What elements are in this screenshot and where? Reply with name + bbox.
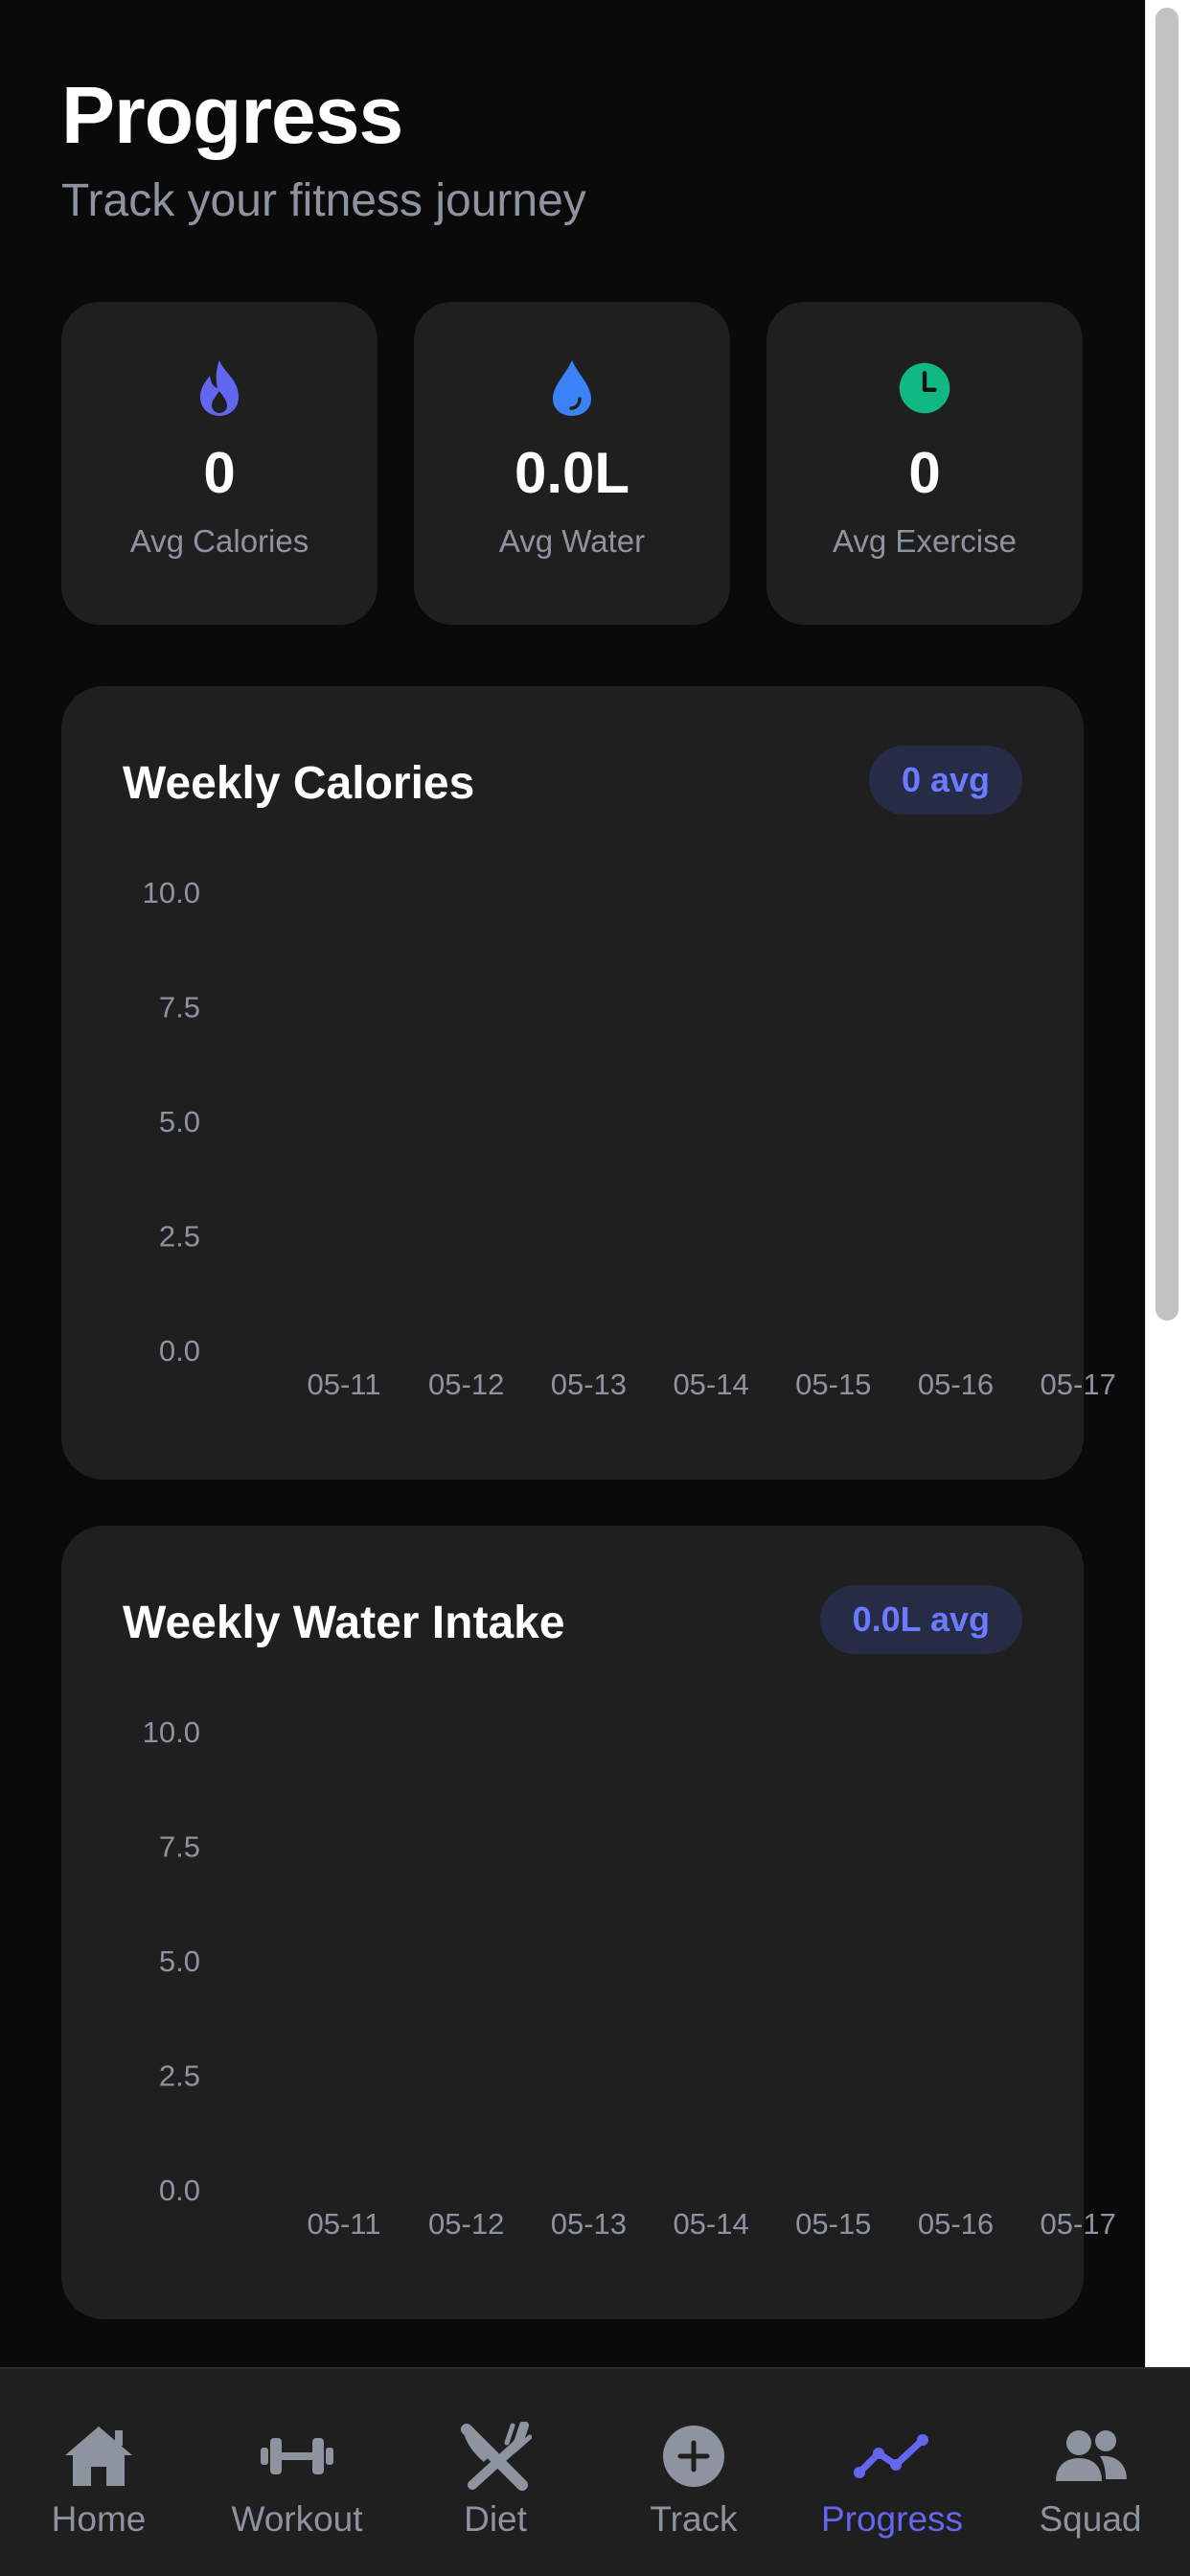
weekly-water-chart: 0.0 2.5 5.0 7.5 10.0 05-11 05-12 05-13 05-14 05-1… — [143, 1715, 1116, 2241]
dumbbell-icon — [259, 2423, 335, 2490]
nav-label: Progress — [820, 2499, 964, 2539]
stat-label: Avg Calories — [129, 523, 309, 559]
x-tick-label: 05-15 — [795, 1368, 871, 1401]
weekly-water-card: Weekly Water Intake 0.0L avg 0.0 2.5 5.0 7.… — [61, 1526, 1116, 2319]
nav-item-home[interactable]: Home — [12, 2369, 185, 2576]
nav-item-workout[interactable]: Workout — [211, 2369, 383, 2576]
y-tick-label: 5.0 — [159, 1944, 200, 1978]
x-tick-label: 05-15 — [795, 2207, 871, 2241]
nav-label: Diet — [464, 2499, 527, 2539]
stat-card-water: 0.0L Avg Water — [414, 302, 730, 625]
utensils-icon — [457, 2422, 534, 2491]
scrollbar-thumb[interactable] — [1156, 8, 1179, 1321]
nav-item-progress[interactable]: Progress — [806, 2369, 978, 2576]
weekly-calories-chart: 0.0 2.5 5.0 7.5 10.0 05-11 05-12 05-13 05-14 05-1… — [143, 876, 1116, 1401]
nav-label: Home — [51, 2499, 147, 2539]
nav-item-squad[interactable]: Squad — [1004, 2369, 1177, 2576]
users-icon — [1052, 2423, 1129, 2490]
x-tick-label: 05-13 — [551, 2207, 627, 2241]
nav-label: Track — [650, 2499, 738, 2539]
nav-label: Workout — [231, 2499, 363, 2539]
stat-label: Avg Exercise — [833, 523, 1017, 559]
y-tick-label: 2.5 — [159, 2059, 200, 2093]
x-tick-label: 05-14 — [673, 1368, 748, 1401]
x-tick-label: 05-12 — [428, 1368, 504, 1401]
x-tick-label: 05-16 — [918, 1368, 994, 1401]
page-subtitle: Track your fitness journey — [61, 175, 586, 226]
y-tick-label: 0.0 — [159, 2174, 200, 2207]
app-root: Progress Track your fitness journey 0 Av… — [0, 0, 1190, 2576]
y-tick-label: 10.0 — [143, 876, 200, 909]
page-title: Progress — [61, 70, 403, 160]
flame-icon — [193, 357, 246, 419]
clock-icon — [898, 357, 951, 419]
water-drop-icon — [545, 357, 599, 419]
y-tick-label: 2.5 — [159, 1220, 200, 1254]
x-tick-label: 05-12 — [428, 2207, 504, 2241]
y-tick-label: 7.5 — [159, 1830, 200, 1864]
x-tick-label: 05-11 — [308, 2207, 381, 2241]
x-tick-label: 05-17 — [1041, 2207, 1116, 2241]
home-icon — [60, 2423, 137, 2490]
stat-value: 0.0L — [514, 441, 630, 505]
plus-circle-icon — [655, 2423, 732, 2490]
nav-label: Squad — [1039, 2499, 1142, 2539]
y-tick-label: 7.5 — [159, 991, 200, 1024]
y-tick-label: 0.0 — [159, 1334, 200, 1368]
nav-item-diet[interactable]: Diet — [409, 2369, 582, 2576]
y-tick-label: 5.0 — [159, 1105, 200, 1138]
stat-card-calories: 0 Avg Calories — [61, 302, 378, 625]
stat-value: 0 — [908, 441, 941, 505]
trend-line-icon — [854, 2423, 930, 2490]
weekly-calories-card: Weekly Calories 0 avg 0.0 2.5 5.0 7.5 10.0 05… — [61, 686, 1116, 1480]
nav-item-track[interactable]: Track — [607, 2369, 780, 2576]
x-tick-label: 05-11 — [308, 1368, 381, 1401]
x-tick-label: 05-14 — [673, 2207, 748, 2241]
stat-value: 0 — [203, 441, 236, 505]
x-tick-label: 05-13 — [551, 1368, 627, 1401]
x-tick-label: 05-16 — [918, 2207, 994, 2241]
y-tick-label: 10.0 — [143, 1715, 200, 1749]
stat-label: Avg Water — [498, 523, 646, 559]
x-tick-label: 05-17 — [1041, 1368, 1116, 1401]
bottom-nav: Home Workout Diet Track Progress Squad — [0, 2367, 1190, 2576]
stat-card-exercise: 0 Avg Exercise — [767, 302, 1083, 625]
